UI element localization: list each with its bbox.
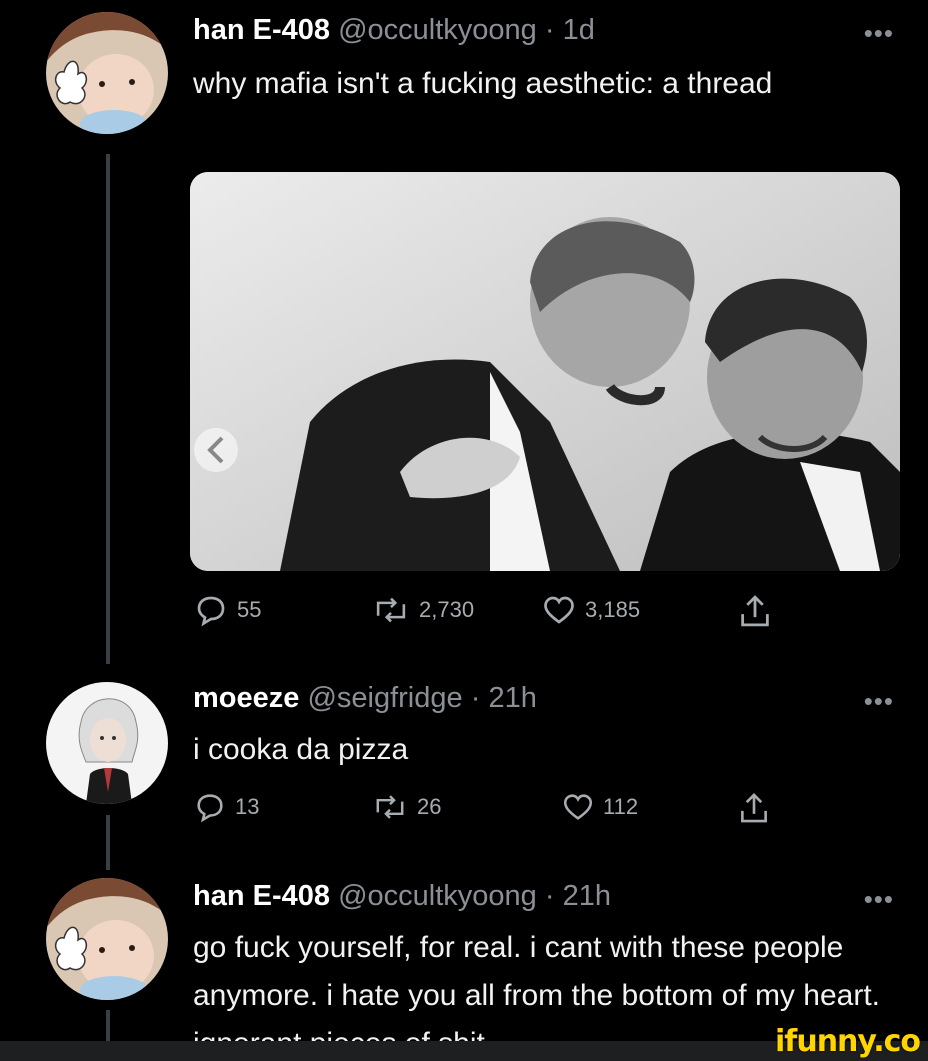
display-name[interactable]: han E-408	[193, 14, 330, 46]
reply-button[interactable]: 55	[193, 592, 261, 628]
avatar-moeeze[interactable]	[46, 682, 168, 804]
retweet-count: 26	[417, 794, 442, 819]
reply-icon	[197, 794, 223, 823]
tweet-1[interactable]: han E-408 @occultkyoong · 1d ••• why maf…	[0, 0, 928, 660]
share-button[interactable]	[738, 592, 772, 630]
share-icon	[741, 595, 769, 627]
tweet-text: why mafia isn't a fucking aesthetic: a t…	[193, 67, 773, 100]
tweet-2[interactable]: moeeze @seigfridge · 21h ••• i cooka da …	[0, 660, 928, 860]
reply-button[interactable]: 13	[193, 790, 259, 824]
avatar-han[interactable]	[46, 12, 168, 134]
reply-count: 13	[235, 794, 260, 819]
tweet-photo[interactable]	[190, 172, 900, 571]
timestamp[interactable]: 21h	[563, 880, 611, 912]
retweet-icon	[376, 795, 404, 819]
tweet-text: i cooka da pizza	[193, 733, 409, 766]
user-handle[interactable]: @occultkyoong	[338, 880, 537, 912]
watermark-logo: ifunny.co	[775, 1024, 921, 1059]
timestamp[interactable]: 21h	[488, 682, 536, 714]
separator-dot: ·	[470, 682, 481, 714]
like-button[interactable]: 112	[561, 790, 638, 824]
retweet-count: 2,730	[419, 597, 475, 622]
display-name[interactable]: han E-408	[193, 880, 330, 912]
tweet-header: han E-408 @occultkyoong · 21h	[193, 880, 611, 913]
retweet-button[interactable]: 26	[371, 790, 441, 824]
like-count: 112	[603, 794, 639, 819]
retweet-icon	[376, 597, 406, 623]
like-button[interactable]: 3,185	[541, 592, 640, 628]
share-button[interactable]	[738, 790, 770, 826]
retweet-button[interactable]: 2,730	[371, 592, 474, 628]
display-name[interactable]: moeeze	[193, 682, 299, 714]
separator-dot: ·	[544, 14, 555, 46]
user-handle[interactable]: @occultkyoong	[338, 14, 537, 46]
reply-icon	[197, 596, 225, 627]
tweet-actions: 55 2,730 3,185	[193, 592, 793, 632]
timestamp[interactable]: 1d	[563, 14, 595, 46]
more-options-icon[interactable]: •••	[864, 686, 894, 717]
like-count: 3,185	[585, 597, 641, 622]
reply-count: 55	[237, 597, 262, 622]
user-handle[interactable]: @seigfridge	[307, 682, 462, 714]
more-options-icon[interactable]: •••	[864, 884, 894, 915]
tweet-actions: 13 26 112	[193, 790, 793, 830]
avatar-han[interactable]	[46, 878, 168, 1000]
tweet-header: moeeze @seigfridge · 21h	[193, 682, 537, 715]
share-icon	[741, 793, 767, 823]
heart-icon	[544, 596, 574, 624]
separator-dot: ·	[544, 880, 555, 912]
more-options-icon[interactable]: •••	[864, 18, 894, 49]
tweet-header: han E-408 @occultkyoong · 1d	[193, 14, 595, 47]
heart-icon	[563, 794, 593, 820]
